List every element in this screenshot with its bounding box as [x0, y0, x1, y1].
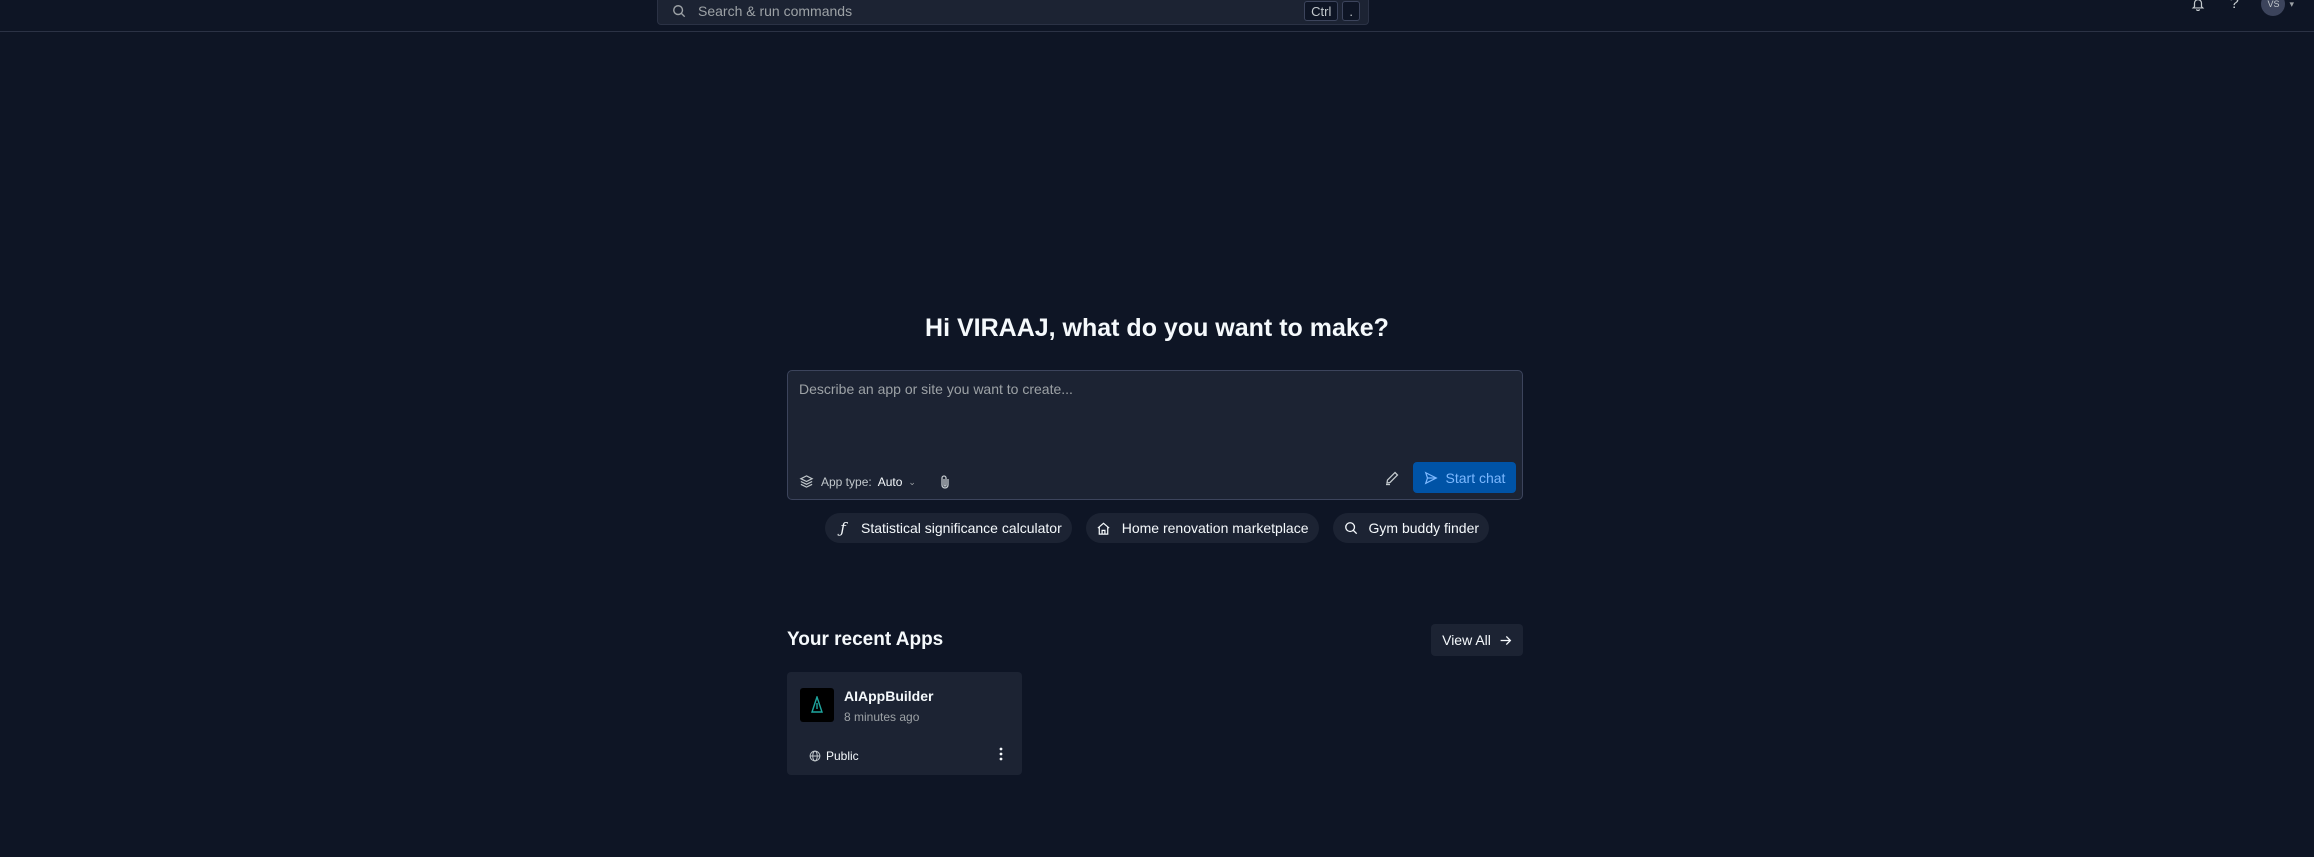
prompt-input[interactable]: Describe an app or site you want to crea…: [799, 381, 1073, 397]
start-chat-button[interactable]: Start chat: [1413, 462, 1516, 493]
app-type-selector[interactable]: App type: Auto ⌄: [799, 474, 916, 490]
function-icon: ƒ: [840, 519, 846, 537]
globe-icon: [809, 750, 821, 762]
search-icon: [672, 3, 688, 19]
arrow-right-icon: [1499, 634, 1512, 647]
suggestion-chip[interactable]: Home renovation marketplace: [1085, 513, 1319, 543]
layers-icon: [799, 474, 815, 490]
avatar: VS: [2261, 0, 2286, 16]
chevron-down-icon: ▾: [2289, 0, 2294, 9]
search-placeholder: Search & run commands: [698, 3, 853, 19]
recent-apps-heading: Your recent Apps: [787, 629, 944, 650]
app-type-value: Auto: [877, 475, 903, 489]
start-chat-label: Start chat: [1445, 469, 1506, 486]
app-name: AIAppBuilder: [844, 688, 934, 704]
send-icon: [1424, 471, 1438, 485]
suggestion-chip[interactable]: ƒ Statistical significance calculator: [824, 513, 1072, 543]
app-type-label: App type:: [821, 475, 872, 489]
visibility-label: Public: [826, 749, 859, 763]
home-icon: [1096, 520, 1112, 536]
bell-icon[interactable]: [2189, 0, 2207, 13]
recent-app-card[interactable]: AIAppBuilder 8 minutes ago Public: [787, 672, 1022, 775]
more-options-icon[interactable]: [991, 742, 1011, 766]
shortcut-key-period: .: [1342, 1, 1360, 21]
app-logo-icon: [800, 688, 834, 722]
top-bar: Search & run commands Ctrl . ? VS ▾: [0, 0, 2314, 32]
suggestion-chips: ƒ Statistical significance calculator Ho…: [0, 513, 2314, 543]
suggestion-chip[interactable]: Gym buddy finder: [1332, 513, 1490, 543]
view-all-button[interactable]: View All: [1431, 624, 1523, 656]
suggestion-label: Statistical significance calculator: [860, 520, 1062, 536]
page-title: Hi VIRAAJ, what do you want to make?: [925, 314, 1389, 342]
paperclip-icon[interactable]: [938, 473, 956, 491]
app-timestamp: 8 minutes ago: [844, 710, 920, 724]
view-all-label: View All: [1442, 632, 1491, 648]
suggestion-label: Gym buddy finder: [1368, 520, 1480, 536]
prompt-composer[interactable]: Describe an app or site you want to crea…: [787, 370, 1523, 500]
account-menu[interactable]: VS ▾: [2261, 0, 2294, 16]
shortcut-key-ctrl: Ctrl: [1304, 1, 1339, 21]
pencil-icon[interactable]: [1384, 468, 1404, 488]
chevron-down-icon: ⌄: [908, 476, 916, 487]
help-icon[interactable]: ?: [2225, 0, 2243, 13]
search-icon: [1343, 520, 1359, 536]
search-bar[interactable]: Search & run commands Ctrl .: [657, 0, 1369, 25]
visibility-badge: Public: [809, 749, 859, 763]
suggestion-label: Home renovation marketplace: [1121, 520, 1309, 536]
